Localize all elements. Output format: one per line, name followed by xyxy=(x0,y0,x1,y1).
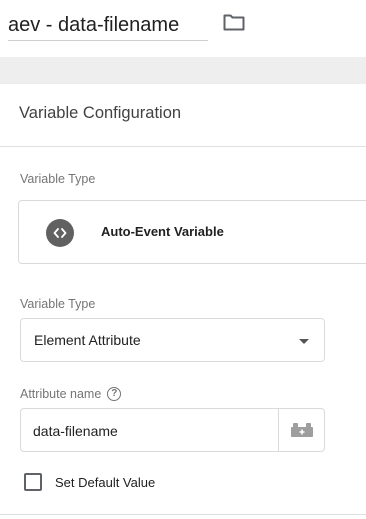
code-icon xyxy=(46,219,74,247)
default-value-checkbox-row[interactable]: Set Default Value xyxy=(24,473,155,491)
attribute-name-field xyxy=(20,408,325,452)
element-type-value: Element Attribute xyxy=(34,332,141,348)
element-type-select[interactable]: Element Attribute xyxy=(20,318,325,362)
default-value-checkbox[interactable] xyxy=(24,473,42,491)
attribute-name-label: Attribute name xyxy=(20,387,102,401)
element-type-label: Variable Type xyxy=(20,297,96,311)
dropdown-arrow-icon xyxy=(299,339,309,344)
variable-type-name: Auto-Event Variable xyxy=(101,224,224,239)
variable-type-label: Variable Type xyxy=(20,172,96,186)
default-value-label: Set Default Value xyxy=(55,474,156,490)
attribute-name-label-row: Attribute name ? xyxy=(20,387,122,401)
lego-brick-icon xyxy=(291,423,313,437)
help-icon[interactable]: ? xyxy=(107,387,122,401)
divider xyxy=(0,514,366,515)
card-title: Variable Configuration xyxy=(19,104,182,122)
header-bar xyxy=(0,0,366,57)
divider xyxy=(0,146,366,147)
variable-name-input[interactable] xyxy=(8,10,208,41)
insert-variable-button[interactable] xyxy=(278,409,325,451)
variable-configuration-card: Variable Configuration Variable Type Aut… xyxy=(0,84,366,519)
folder-icon xyxy=(223,14,245,31)
attribute-name-input[interactable] xyxy=(33,421,273,441)
folder-button[interactable] xyxy=(222,11,246,33)
variable-type-tile[interactable]: Auto-Event Variable xyxy=(18,200,366,264)
